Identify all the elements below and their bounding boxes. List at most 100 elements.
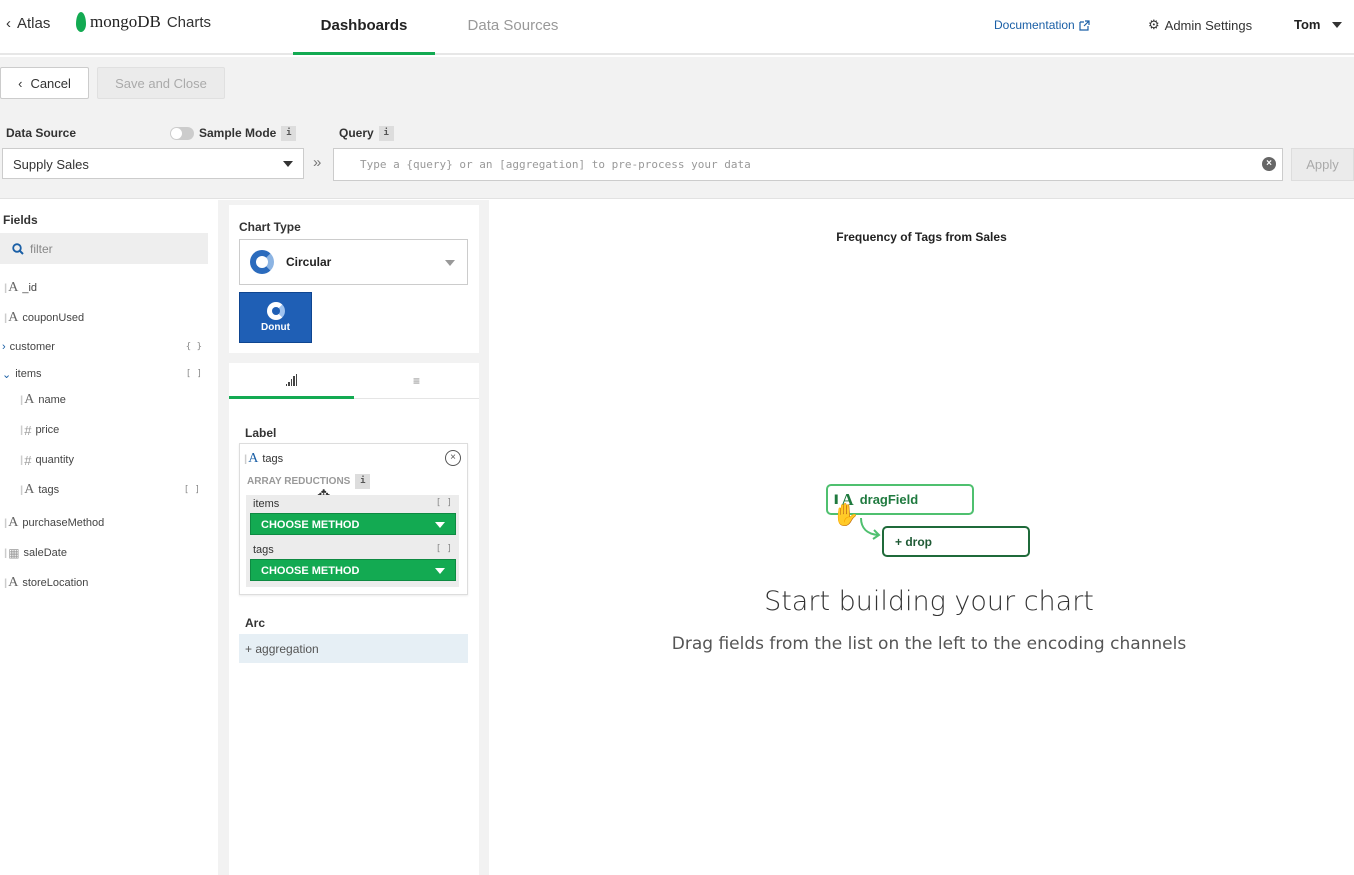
empty-state-title: Start building your chart — [764, 586, 1094, 617]
drag-handle-icon: || — [244, 453, 248, 465]
chart-canvas: Frequency of Tags from Sales ||| AdragFie… — [489, 200, 1354, 875]
tab-encode[interactable] — [229, 363, 354, 399]
choose-method-label: CHOOSE METHOD — [261, 519, 360, 531]
admin-settings-label: Admin Settings — [1164, 17, 1253, 33]
chevron-left-icon: ‹ — [6, 15, 11, 32]
external-link-icon — [1079, 19, 1090, 31]
logo[interactable]: mongoDB Charts — [76, 12, 211, 32]
field-item[interactable]: || A _id — [4, 277, 214, 299]
chart-title[interactable]: Frequency of Tags from Sales — [489, 230, 1354, 244]
documentation-link[interactable]: Documentation — [994, 18, 1090, 32]
field-item[interactable]: || # price — [20, 419, 210, 441]
array-badge: [ ] — [185, 369, 202, 379]
clear-query-icon[interactable]: × — [1262, 157, 1276, 171]
encoded-field[interactable]: || Atags — [244, 451, 283, 467]
field-name: items — [15, 368, 42, 380]
string-type-icon: A — [8, 575, 19, 590]
encode-card: ≡ Label ||Atags × ARRAY REDUCTIONSi ✥ it… — [229, 363, 479, 875]
chart-type-title: Chart Type — [239, 220, 301, 234]
caret-down-icon — [283, 161, 293, 167]
field-item[interactable]: || AstoreLocation — [4, 572, 214, 594]
label-channel-dropzone[interactable]: ||Atags × ARRAY REDUCTIONSi ✥ items [ ] … — [239, 443, 468, 595]
query-input[interactable]: Type a {query} or an [aggregation] to pr… — [333, 148, 1283, 181]
info-icon[interactable]: i — [281, 126, 297, 142]
drop-illustration: + drop — [882, 526, 1030, 557]
user-menu[interactable]: Tom — [1294, 17, 1343, 32]
data-source-value: Supply Sales — [13, 157, 89, 172]
drag-handle-icon: || — [4, 547, 8, 559]
data-source-select[interactable]: Supply Sales — [2, 148, 304, 179]
field-name: couponUsed — [22, 312, 85, 324]
tab-customize[interactable]: ≡ — [354, 363, 479, 399]
choose-method-label: CHOOSE METHOD — [261, 565, 360, 577]
caret-down-icon — [1332, 21, 1343, 28]
string-type-icon: A — [24, 482, 35, 497]
caret-down-icon — [435, 568, 445, 574]
donut-variant-button[interactable]: Donut — [239, 292, 312, 343]
field-item[interactable]: || # quantity — [20, 449, 210, 471]
admin-settings-button[interactable]: ⚙ Admin Settings — [1148, 17, 1252, 33]
double-chevron-right-icon: » — [313, 154, 322, 171]
documentation-label: Documentation — [994, 18, 1075, 32]
panel-divider — [479, 200, 489, 875]
chevron-right-icon[interactable]: › — [2, 341, 6, 353]
field-filter-input[interactable]: filter — [0, 233, 208, 264]
caret-down-icon — [445, 260, 455, 266]
cancel-button[interactable]: ‹ Cancel — [0, 67, 89, 99]
save-and-close-button[interactable]: Save and Close — [97, 67, 225, 99]
back-to-atlas-link[interactable]: ‹ Atlas — [6, 15, 50, 32]
sliders-icon: ≡ — [412, 373, 420, 388]
field-name: customer — [9, 341, 55, 353]
circular-chart-icon — [250, 250, 274, 274]
add-aggregation-dropzone[interactable]: + aggregation — [239, 634, 468, 663]
choose-method-dropdown[interactable]: CHOOSE METHOD — [250, 513, 456, 535]
field-item[interactable]: › customer { } — [2, 336, 212, 358]
drag-handle-icon: || — [20, 484, 24, 496]
cancel-label: Cancel — [30, 75, 71, 91]
array-reductions-title: ARRAY REDUCTIONS i — [247, 474, 371, 489]
encoded-field-name: tags — [262, 453, 284, 465]
filter-placeholder: filter — [30, 241, 53, 256]
info-icon[interactable]: i — [355, 474, 371, 489]
string-type-icon: A — [8, 515, 19, 530]
mongodb-leaf-icon — [76, 12, 86, 32]
field-item[interactable]: || AcouponUsed — [4, 307, 214, 329]
drag-handle-icon: || — [4, 577, 8, 589]
number-type-icon: # — [24, 422, 32, 438]
tab-dashboards[interactable]: Dashboards — [293, 0, 435, 55]
array-badge: [ ] — [183, 485, 200, 495]
info-icon[interactable]: i — [378, 126, 394, 142]
string-type-icon: A — [8, 280, 19, 295]
arc-channel-title: Arc — [245, 616, 266, 630]
field-item[interactable]: || ApurchaseMethod — [4, 512, 214, 534]
number-type-icon: # — [24, 452, 32, 468]
drag-handle-icon: || — [20, 454, 24, 466]
data-source-label: Data Source — [6, 126, 77, 140]
tab-data-sources[interactable]: Data Sources — [448, 0, 578, 55]
query-label: Query — [339, 126, 374, 140]
drag-handle-icon: || — [4, 517, 8, 529]
field-item[interactable]: || Aname — [20, 389, 210, 411]
field-item[interactable]: ⌄ items [ ] — [2, 363, 212, 385]
remove-field-icon[interactable]: × — [445, 450, 461, 466]
apply-button[interactable]: Apply — [1291, 148, 1354, 181]
sample-mode-toggle[interactable] — [170, 127, 194, 140]
reduction-name: items — [253, 498, 280, 510]
choose-method-dropdown[interactable]: CHOOSE METHOD — [250, 559, 456, 581]
array-reductions-label: ARRAY REDUCTIONS — [247, 476, 351, 487]
chart-type-select[interactable]: Circular — [239, 239, 468, 285]
field-item[interactable]: || ▦ saleDate — [4, 542, 214, 564]
field-name: name — [38, 394, 66, 406]
logo-sub: Charts — [166, 13, 212, 31]
fields-panel: Fields filter || A _id || AcouponUsed › cust… — [0, 200, 218, 875]
field-item[interactable]: || Atags [ ] — [20, 479, 210, 501]
reduction-row: items [ ] CHOOSE METHOD — [246, 495, 459, 541]
drag-handle-icon: || — [4, 282, 8, 294]
array-badge: [ ] — [435, 498, 452, 508]
sample-mode-label-wrap: Sample Mode i — [199, 126, 297, 142]
chevron-down-icon[interactable]: ⌄ — [2, 368, 11, 381]
donut-icon — [266, 302, 285, 320]
reduction-row: tags [ ] CHOOSE METHOD — [246, 541, 459, 587]
field-name: tags — [38, 484, 60, 496]
empty-state-subtitle: Drag fields from the list on the left to… — [671, 634, 1187, 654]
